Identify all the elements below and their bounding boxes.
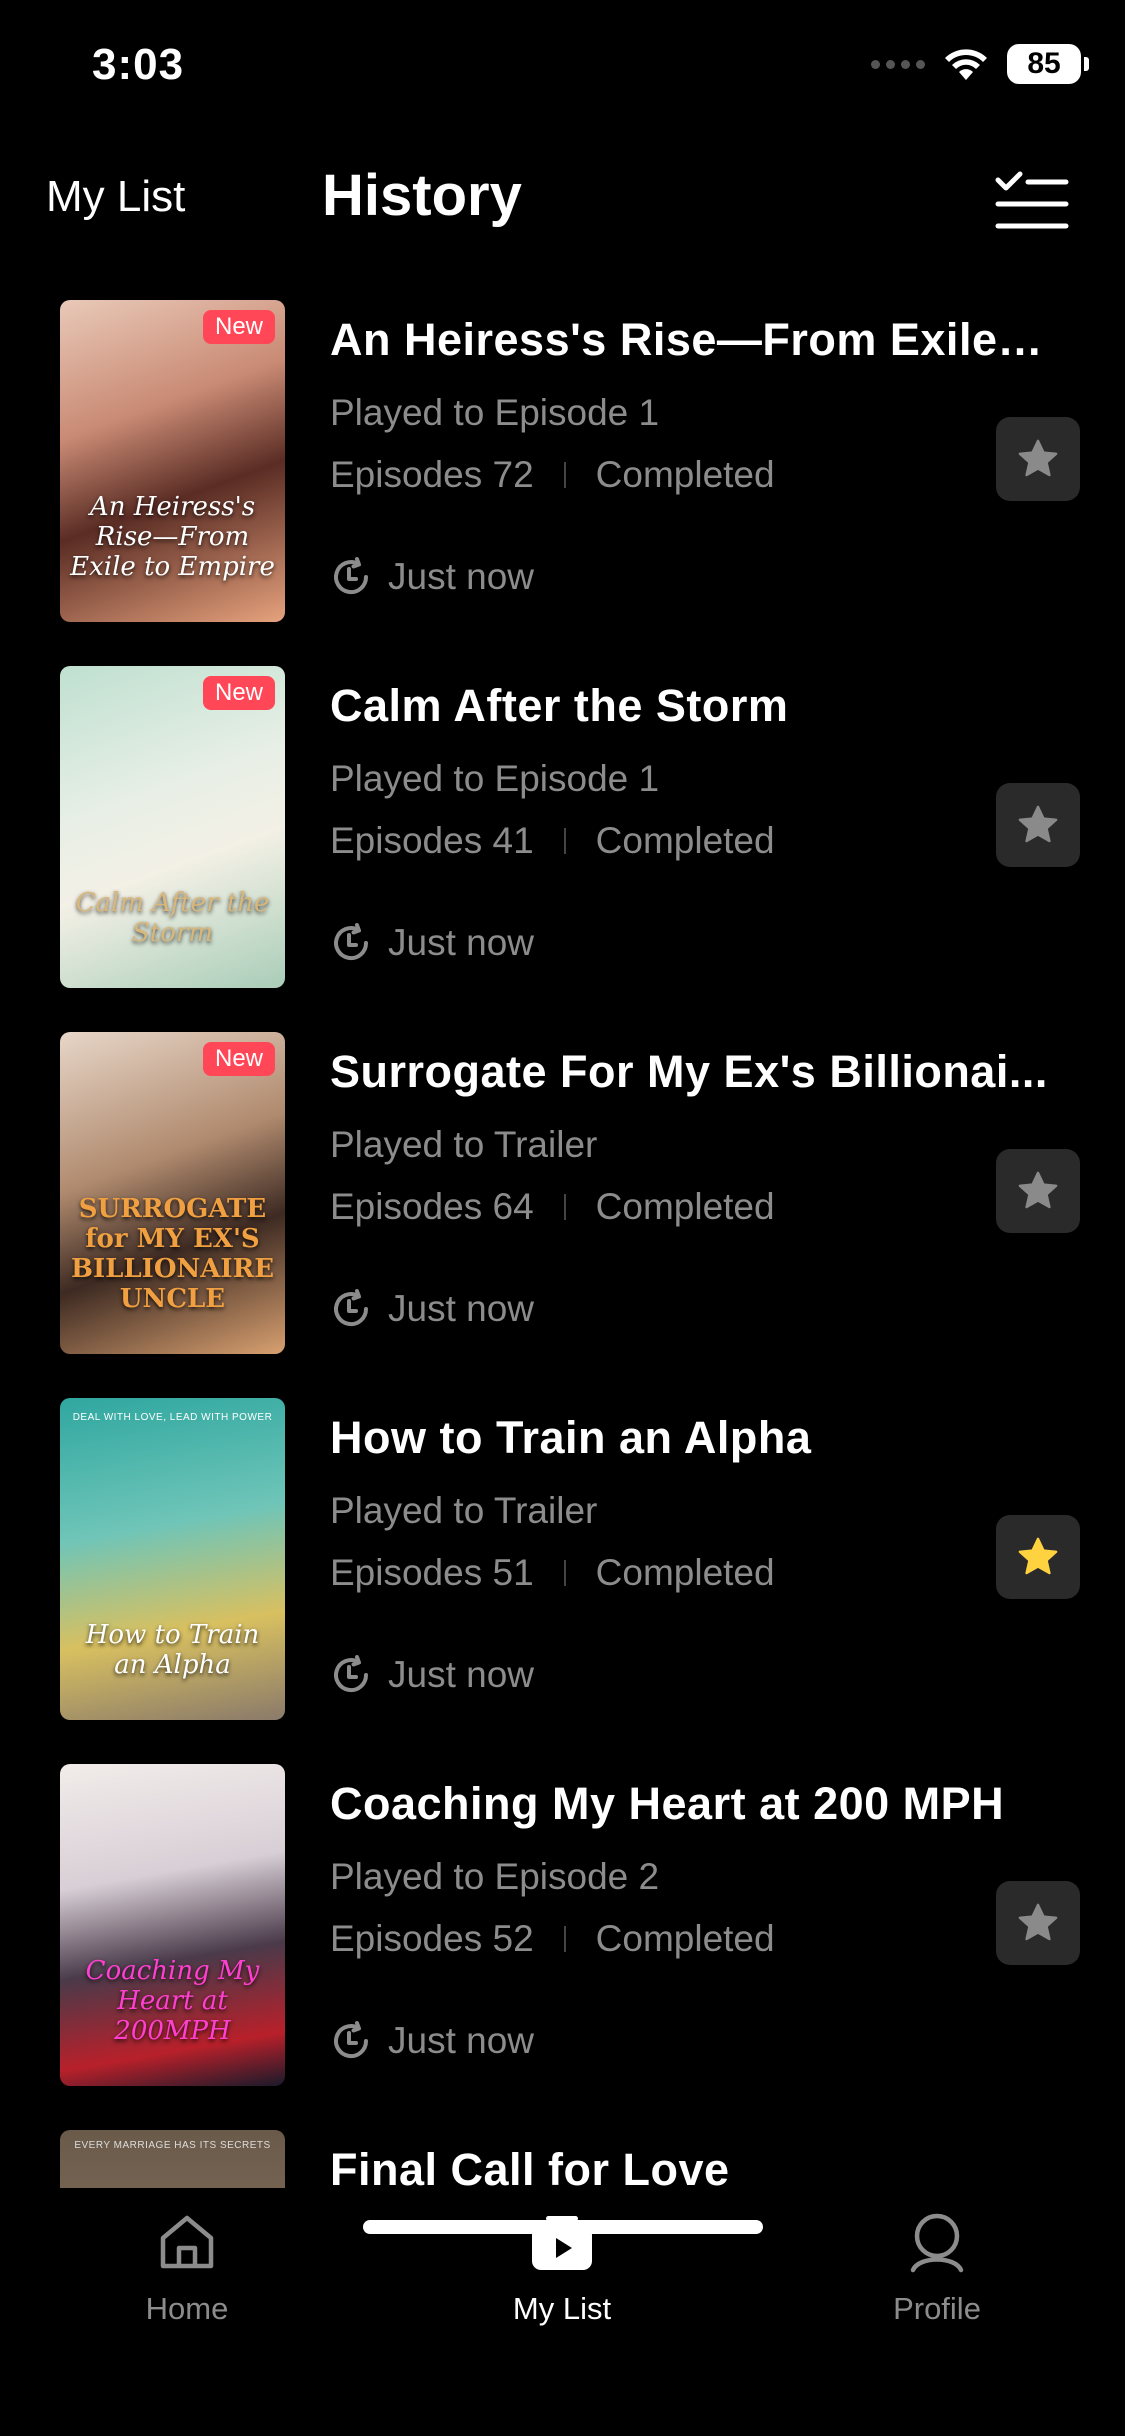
meta-divider — [563, 1194, 566, 1220]
item-meta: Episodes 41 Completed — [330, 820, 775, 862]
profile-icon — [910, 2213, 964, 2273]
home-icon — [160, 2215, 214, 2269]
poster-title: How to Train an Alpha — [85, 1620, 260, 1680]
poster-image[interactable]: DEAL WITH LOVE, LEAD WITH POWER How to T… — [60, 1398, 285, 1720]
meta-divider — [563, 1926, 566, 1952]
nav-home[interactable]: Home — [87, 2210, 287, 2327]
favorite-button[interactable] — [996, 417, 1080, 501]
favorite-button[interactable] — [996, 1881, 1080, 1965]
tab-my-list[interactable]: My List — [46, 172, 185, 222]
star-icon — [1018, 805, 1058, 843]
poster-title: SURROGATE for MY EX'S BILLIONAIRE UNCLE — [70, 1194, 275, 1314]
star-icon — [1018, 1903, 1058, 1941]
poster-tagline: DEAL WITH LOVE, LEAD WITH POWER — [72, 1412, 273, 1423]
favorite-button[interactable] — [996, 783, 1080, 867]
item-meta: Episodes 64 Completed — [330, 1186, 775, 1228]
cellular-signal-icon — [871, 59, 925, 69]
new-badge: New — [202, 676, 275, 710]
poster-image[interactable]: SURROGATE for MY EX'S BILLIONAIRE UNCLE … — [60, 1032, 285, 1354]
history-clock-icon — [334, 557, 369, 595]
played-progress: Played to Trailer — [330, 1490, 598, 1531]
item-meta: Episodes 52 Completed — [330, 1918, 775, 1960]
watched-time-label: Just now — [388, 1288, 535, 1329]
item-meta: Episodes 51 Completed — [330, 1552, 775, 1594]
watched-time-label: Just now — [388, 556, 535, 597]
favorite-button[interactable] — [996, 1515, 1080, 1599]
played-progress: Played to Trailer — [330, 1124, 598, 1165]
star-filled-icon — [1018, 1537, 1058, 1575]
nav-my-list-label: My List — [512, 2291, 612, 2326]
poster-image[interactable]: An Heiress's Rise—From Exile to Empire N… — [60, 300, 285, 622]
home-indicator — [363, 2220, 763, 2234]
star-icon — [1018, 1171, 1058, 1209]
episodes-count: Episodes 64 — [330, 1186, 534, 1227]
checklist-edit-icon — [995, 171, 1069, 229]
episodes-count: Episodes 72 — [330, 454, 534, 495]
played-progress: Played to Episode 1 — [330, 392, 660, 433]
nav-home-label: Home — [145, 2291, 229, 2326]
status-time: 3:03 — [92, 40, 185, 89]
list-item[interactable]: Calm After the Storm New Calm After the … — [0, 666, 1125, 996]
completion-status: Completed — [595, 1552, 775, 1593]
battery-indicator: 85 — [1007, 44, 1089, 84]
edit-list-button[interactable] — [990, 168, 1074, 238]
history-clock-icon — [334, 1655, 369, 1693]
poster-title: Calm After the Storm — [75, 888, 270, 948]
tab-history[interactable]: History — [322, 162, 522, 229]
status-bar: 3:03 85 — [0, 0, 1125, 140]
poster-title: An Heiress's Rise—From Exile to Empire — [70, 492, 275, 582]
history-clock-icon — [334, 2021, 369, 2059]
list-item[interactable]: EVERY MARRIAGE HAS ITS SECRETS Final Cal… — [0, 2130, 1125, 2188]
item-title[interactable]: An Heiress's Rise—From Exile t... — [330, 314, 1050, 366]
star-icon — [1018, 439, 1058, 477]
item-title[interactable]: Coaching My Heart at 200 MPH — [330, 1778, 1050, 1830]
played-progress: Played to Episode 2 — [330, 1856, 660, 1897]
list-item[interactable]: SURROGATE for MY EX'S BILLIONAIRE UNCLE … — [0, 1032, 1125, 1362]
meta-divider — [563, 828, 566, 854]
item-meta: Episodes 72 Completed — [330, 454, 775, 496]
item-title[interactable]: Final Call for Love — [330, 2144, 1050, 2188]
list-item[interactable]: An Heiress's Rise—From Exile to Empire N… — [0, 300, 1125, 630]
history-clock-icon — [334, 1289, 369, 1327]
screen: 3:03 85 My List History An Heiress's Ris… — [0, 0, 1125, 2436]
completion-status: Completed — [595, 820, 775, 861]
item-title[interactable]: How to Train an Alpha — [330, 1412, 1050, 1464]
watched-time-label: Just now — [388, 2020, 535, 2061]
status-icons: 85 — [871, 44, 1089, 84]
watched-time: Just now — [330, 556, 534, 598]
watched-time: Just now — [330, 1288, 534, 1330]
played-progress: Played to Episode 1 — [330, 758, 660, 799]
item-title[interactable]: Surrogate For My Ex's Billionai... — [330, 1046, 1050, 1098]
watched-time: Just now — [330, 2020, 534, 2062]
list-item[interactable]: Coaching My Heart at 200MPH Coaching My … — [0, 1764, 1125, 2094]
watched-time: Just now — [330, 1654, 534, 1696]
nav-profile[interactable]: Profile — [837, 2210, 1037, 2327]
nav-profile-label: Profile — [893, 2291, 981, 2326]
episodes-count: Episodes 51 — [330, 1552, 534, 1593]
favorite-button[interactable] — [996, 1149, 1080, 1233]
list-item[interactable]: DEAL WITH LOVE, LEAD WITH POWER How to T… — [0, 1398, 1125, 1728]
wifi-icon — [945, 49, 987, 80]
poster-title: Coaching My Heart at 200MPH — [85, 1956, 260, 2046]
meta-divider — [563, 462, 566, 488]
history-list: An Heiress's Rise—From Exile to Empire N… — [0, 300, 1125, 2188]
history-clock-icon — [334, 923, 369, 961]
poster-tagline: EVERY MARRIAGE HAS ITS SECRETS — [74, 2140, 271, 2151]
header: My List History — [0, 150, 1125, 250]
watched-time-label: Just now — [388, 1654, 535, 1695]
new-badge: New — [202, 310, 275, 344]
meta-divider — [563, 1560, 566, 1586]
poster-image[interactable]: Calm After the Storm New — [60, 666, 285, 988]
completion-status: Completed — [595, 454, 775, 495]
episodes-count: Episodes 41 — [330, 820, 534, 861]
episodes-count: Episodes 52 — [330, 1918, 534, 1959]
item-title[interactable]: Calm After the Storm — [330, 680, 1050, 732]
poster-image[interactable]: Coaching My Heart at 200MPH — [60, 1764, 285, 2086]
poster-image[interactable]: EVERY MARRIAGE HAS ITS SECRETS — [60, 2130, 285, 2188]
watched-time: Just now — [330, 922, 534, 964]
completion-status: Completed — [595, 1186, 775, 1227]
completion-status: Completed — [595, 1918, 775, 1959]
watched-time-label: Just now — [388, 922, 535, 963]
new-badge: New — [202, 1042, 275, 1076]
